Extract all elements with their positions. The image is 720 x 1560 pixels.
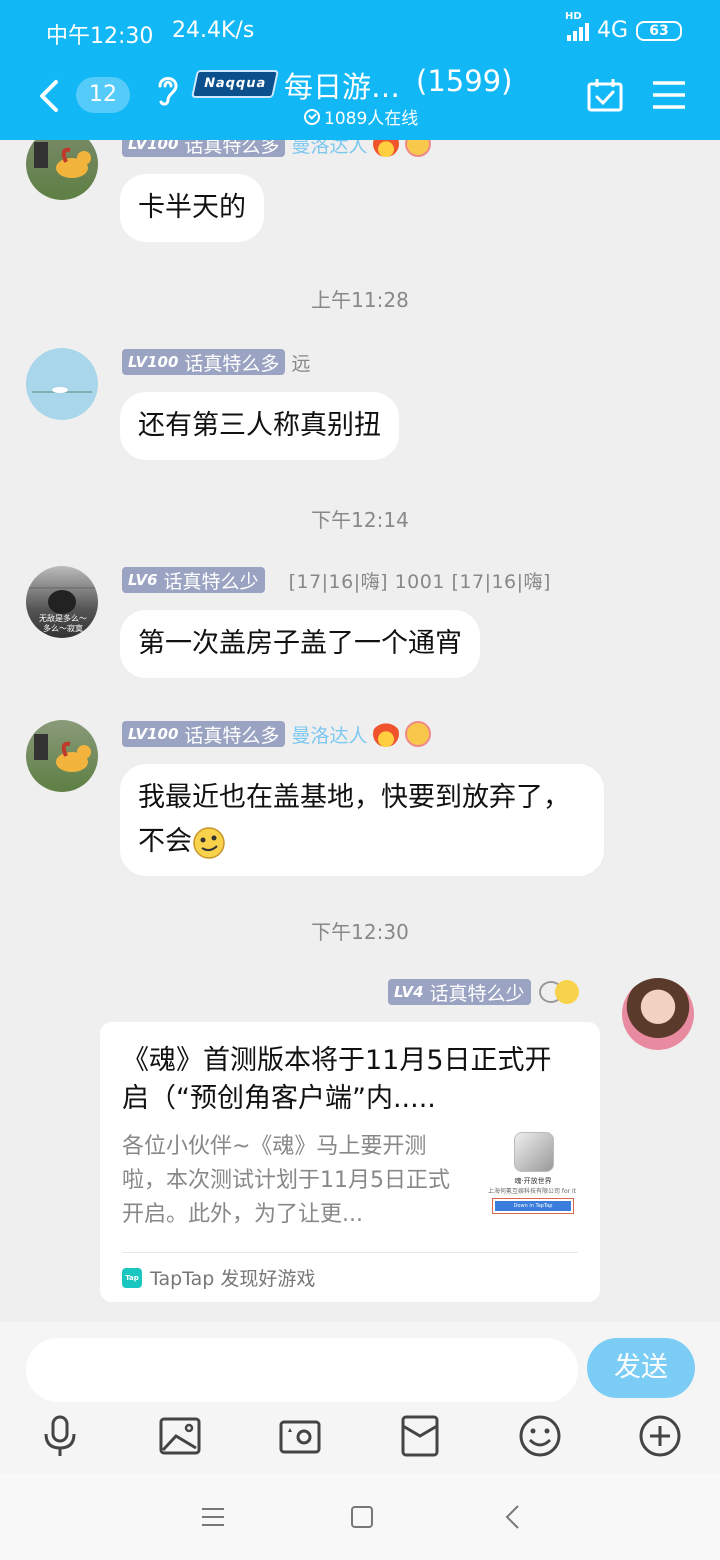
share-card-title: 《魂》首测版本将于11月5日正式开启（“预创角客户端”内..... [122,1045,552,1114]
avatar[interactable] [26,720,98,792]
timestamp: 上午11:28 [311,288,409,312]
fire-icon [373,721,400,747]
sender-meta: LV6 话真特么少 [17|16|嗨] 1001 [17|16|嗨] [122,566,551,594]
pony-avatar-image [34,142,91,178]
sender-meta: LV100 话真特么多 远 [122,348,310,376]
message-bubble[interactable]: 还有第三人称真别扭 [120,392,399,460]
level-label: LV4 [394,983,424,1001]
sender-meta: LV100 话真特么多 曼洛达人 [122,720,432,748]
unread-count-badge[interactable]: 12 [76,77,130,113]
status-bar: 中午12:30 24.4K/s HD 4G 63 [0,0,720,62]
signal-icon: HD [565,11,589,41]
camera-icon[interactable] [278,1414,322,1458]
avatar-caption: 无敌是多么～多么～寂寞 [39,614,87,633]
input-area: 发送 [0,1322,720,1474]
emoji-icon[interactable] [518,1414,562,1458]
group-logo: Naqqua [191,70,279,98]
thumb-download-label: Down in TapTap [495,1201,571,1211]
image-icon[interactable] [158,1414,202,1458]
fire-icon [373,140,400,157]
mic-icon[interactable] [38,1414,82,1458]
level-badge: LV100 话真特么多 [122,349,286,375]
online-count: 1089人在线 [324,109,419,129]
message-bubble[interactable]: 第一次盖房子盖了一个通宵 [120,610,480,678]
timestamp: 下午12:14 [311,508,409,532]
game-icon [514,1132,554,1172]
avatar[interactable]: 无敌是多么～多么～寂寞 [26,566,98,638]
level-title: 话真特么少 [429,982,525,1005]
share-card-source: Tap TapTap 发现好游戏 [122,1264,315,1291]
message-bubble[interactable]: 我最近也在盖基地，快要到放弃了，不会 [120,764,604,876]
recent-apps-icon[interactable] [200,1504,226,1530]
level-label: LV100 [128,353,179,371]
level-badge: LV6 话真特么少 [122,567,265,593]
online-status: 1089人在线 [304,104,418,129]
status-icons: HD 4G 63 [565,11,682,43]
calendar-icon[interactable] [587,78,623,112]
sender-nickname[interactable]: 远 [291,349,310,376]
taptap-icon: Tap [122,1267,142,1288]
level-label: LV100 [128,140,179,153]
level-badge: LV100 话真特么多 [122,721,286,747]
share-card-thumbnail: 魂·开放世界 上海何氪互娱科技有限公司 for it Down in TapTa… [486,1132,580,1232]
avatar[interactable] [26,348,98,420]
level-label: LV6 [128,571,158,589]
sender-nickname[interactable]: 曼洛达人 [291,140,367,158]
menu-icon[interactable] [652,80,686,110]
smiley-badge-icon [405,140,432,157]
level-title: 话真特么多 [184,140,280,157]
back-nav-icon[interactable] [500,1504,526,1530]
level-label: LV100 [128,725,179,743]
ear-icon[interactable] [154,72,180,108]
thumb-company: 上海何氪互娱科技有限公司 for it [487,1188,577,1195]
message-bubble[interactable]: 卡半天的 [120,174,264,242]
timestamp: 下午12:30 [311,920,409,944]
sender-meta: LV100 话真特么多 曼洛达人 [122,140,432,158]
plus-icon[interactable] [638,1414,682,1458]
level-title: 话真特么多 [184,724,280,747]
home-icon[interactable] [349,1504,375,1530]
sender-meta: LV4 话真特么少 [388,978,579,1006]
level-badge: LV100 话真特么多 [122,140,286,157]
level-badge: LV4 话真特么少 [388,979,531,1005]
network-speed: 24.4K/s [172,18,255,43]
smiley-badge-icon [405,721,432,747]
share-card[interactable]: 《魂》首测版本将于11月5日正式开启（“预创角客户端”内..... 各位小伙伴~… [100,1022,600,1302]
check-circle-icon [304,108,320,125]
share-card-source-label: TapTap 发现好游戏 [150,1268,316,1290]
message-input[interactable] [26,1338,578,1402]
rolling-eyes-emoji-icon [554,980,579,1004]
battery-icon: 63 [636,20,682,41]
system-nav-bar [0,1474,720,1560]
sender-nickname[interactable]: 曼洛达人 [291,721,367,748]
send-button[interactable]: 发送 [587,1338,695,1398]
avatar[interactable] [26,140,98,200]
status-time: 中午12:30 [46,24,154,49]
network-type: 4G [596,18,628,43]
thumb-download-button: Down in TapTap [492,1198,574,1214]
pony-avatar-image [34,734,91,772]
level-title: 话真特么少 [163,570,259,593]
group-member-count[interactable]: (1599) [416,64,512,98]
group-name[interactable]: 每日游… [284,64,400,106]
sky-avatar-image [32,387,92,393]
divider [122,1252,578,1253]
back-icon[interactable] [36,78,62,114]
sly-smile-emoji-icon [193,826,225,859]
red-packet-icon[interactable] [398,1414,442,1458]
thumb-title: 魂·开放世界 [514,1177,552,1185]
self-avatar[interactable] [622,978,694,1050]
chat-list[interactable]: LV100 话真特么多 曼洛达人 卡半天的 上午11:28 LV100 话真特么多 … [0,140,720,1322]
sender-nickname[interactable]: [17|16|嗨] 1001 [17|16|嗨] [289,567,551,594]
hd-label: HD [564,10,582,22]
title-bar: 中午12:30 24.4K/s HD 4G 63 12 Naqqua 每日游… … [0,0,720,140]
level-title: 话真特么多 [184,352,280,375]
share-card-description: 各位小伙伴~《魂》马上要开测啦，本次测试计划于11月5日正式开启。此外，为了让更… [122,1134,450,1227]
